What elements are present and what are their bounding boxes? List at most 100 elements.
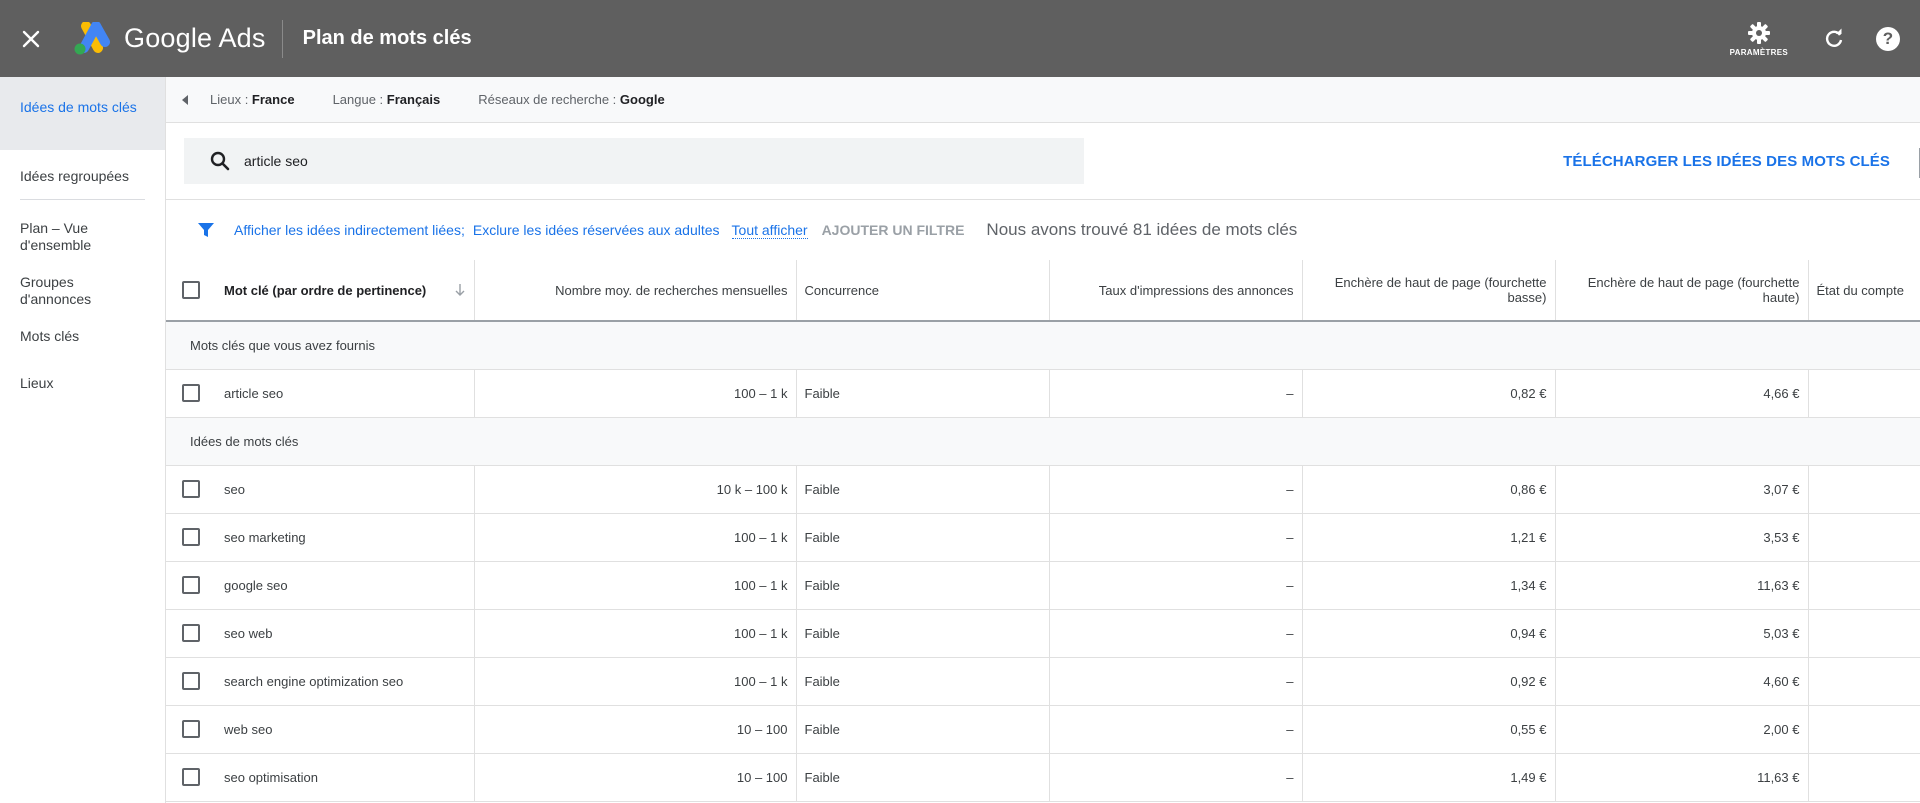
close-icon[interactable] [20, 28, 42, 50]
volume-cell: 10 – 100 [474, 705, 797, 754]
help-icon[interactable]: ? [1876, 26, 1900, 51]
filter-indirect[interactable]: Afficher les idées indirectement liées; [234, 222, 465, 238]
group-row-provided: Mots clés que vous avez fournis [166, 321, 1920, 370]
competition-cell: Faible [796, 465, 1050, 514]
row-checkbox[interactable] [182, 720, 200, 738]
sort-arrow-down-icon[interactable] [454, 283, 466, 297]
filter-icon[interactable] [198, 222, 214, 238]
sidebar-item-locations[interactable]: Lieux [0, 375, 165, 392]
google-ads-logo-icon [72, 20, 110, 56]
table-header: Mot clé (par ordre de pertinence) Nombre… [166, 260, 1920, 322]
download-ideas-link[interactable]: TÉLÉCHARGER LES IDÉES DES MOTS CLÉS [1563, 153, 1890, 170]
sidebar-divider [20, 199, 145, 200]
keyword-cell: seo web [224, 625, 273, 641]
table-row[interactable]: google seo 100 – 1 k Faible – 1,34 € 11,… [166, 561, 1920, 610]
column-volume[interactable]: Nombre moy. de recherches mensuelles [474, 260, 797, 322]
search-box[interactable] [184, 138, 1084, 184]
competition-cell: Faible [796, 561, 1050, 610]
show-all-link[interactable]: Tout afficher [731, 222, 808, 239]
sidebar-item-plan-overview[interactable]: Plan – Vue d'ensemble [0, 220, 120, 254]
row-checkbox[interactable] [182, 384, 200, 402]
column-bid-low[interactable]: Enchère de haut de page (fourchette bass… [1302, 260, 1556, 322]
row-checkbox[interactable] [182, 528, 200, 546]
volume-cell: 100 – 1 k [474, 513, 797, 562]
competition-cell: Faible [796, 705, 1050, 754]
location-setting[interactable]: Lieux : France [210, 92, 295, 107]
row-checkbox[interactable] [182, 480, 200, 498]
bid-low-cell: 0,82 € [1302, 369, 1556, 418]
table-row[interactable]: article seo 100 – 1 k Faible – 0,82 € 4,… [166, 369, 1920, 418]
bid-high-cell: 3,07 € [1555, 465, 1809, 514]
group-row-ideas: Idées de mots clés [166, 417, 1920, 466]
bid-low-cell: 0,94 € [1302, 609, 1556, 658]
group-label: Mots clés que vous avez fournis [166, 321, 1920, 370]
table-row[interactable]: seo optimisation 10 – 100 Faible – 1,49 … [166, 753, 1920, 802]
status-cell [1808, 657, 1920, 706]
keyword-cell: seo optimisation [224, 769, 318, 785]
keyword-cell: web seo [224, 721, 273, 737]
status-cell [1808, 513, 1920, 562]
network-setting[interactable]: Réseaux de recherche : Google [478, 92, 664, 107]
bid-low-cell: 0,86 € [1302, 465, 1556, 514]
sidebar-item-ad-groups[interactable]: Groupes d'annonces [0, 274, 110, 308]
bid-high-cell: 11,63 € [1555, 561, 1809, 610]
status-cell [1808, 705, 1920, 754]
volume-cell: 100 – 1 k [474, 609, 797, 658]
table-row[interactable]: seo web 100 – 1 k Faible – 0,94 € 5,03 € [166, 609, 1920, 658]
row-checkbox[interactable] [182, 576, 200, 594]
impressions-cell: – [1049, 657, 1303, 706]
competition-cell: Faible [796, 369, 1050, 418]
bid-high-cell: 5,03 € [1555, 609, 1809, 658]
bid-high-cell: 2,00 € [1555, 705, 1809, 754]
bid-high-cell: 4,66 € [1555, 369, 1809, 418]
top-bar: Google Ads Plan de mots clés PARAMÈTRES [0, 0, 1920, 77]
keyword-cell: google seo [224, 577, 288, 593]
competition-cell: Faible [796, 657, 1050, 706]
bid-low-cell: 0,55 € [1302, 705, 1556, 754]
settings-button[interactable]: PARAMÈTRES [1730, 21, 1788, 57]
bid-low-cell: 1,34 € [1302, 561, 1556, 610]
status-cell [1808, 753, 1920, 802]
impressions-cell: – [1049, 369, 1303, 418]
row-checkbox[interactable] [182, 672, 200, 690]
sidebar-item-keywords[interactable]: Mots clés [0, 328, 165, 345]
keyword-table: Mot clé (par ordre de pertinence) Nombre… [166, 260, 1920, 802]
bid-low-cell: 0,92 € [1302, 657, 1556, 706]
column-impression-share[interactable]: Taux d'impressions des annonces [1049, 260, 1303, 322]
filter-row: Afficher les idées indirectement liées; … [166, 200, 1920, 260]
column-keyword[interactable]: Mot clé (par ordre de pertinence) [166, 260, 475, 322]
settings-label: PARAMÈTRES [1729, 47, 1788, 57]
column-keyword-label: Mot clé (par ordre de pertinence) [224, 282, 427, 298]
bid-high-cell: 3,53 € [1555, 513, 1809, 562]
table-row[interactable]: search engine optimization seo 100 – 1 k… [166, 657, 1920, 706]
filter-adult[interactable]: Exclure les idées réservées aux adultes [473, 222, 720, 238]
status-cell [1808, 369, 1920, 418]
table-row[interactable]: seo 10 k – 100 k Faible – 0,86 € 3,07 € [166, 465, 1920, 514]
impressions-cell: – [1049, 753, 1303, 802]
refresh-icon[interactable] [1822, 27, 1846, 51]
table-row[interactable]: web seo 10 – 100 Faible – 0,55 € 2,00 € [166, 705, 1920, 754]
competition-cell: Faible [796, 609, 1050, 658]
add-filter-button[interactable]: AJOUTER UN FILTRE [822, 222, 965, 238]
collapse-icon[interactable] [178, 93, 192, 107]
brand-name: Google Ads [124, 23, 266, 53]
search-input[interactable] [244, 153, 1004, 169]
search-icon [210, 151, 230, 171]
language-setting[interactable]: Langue : Français [333, 92, 441, 107]
bid-low-cell: 1,49 € [1302, 753, 1556, 802]
column-bid-high[interactable]: Enchère de haut de page (fourchette haut… [1555, 260, 1809, 322]
status-cell [1808, 465, 1920, 514]
sidebar-item-keyword-ideas[interactable]: Idées de mots clés [0, 77, 165, 150]
bid-high-cell: 4,60 € [1555, 657, 1809, 706]
impressions-cell: – [1049, 609, 1303, 658]
table-row[interactable]: seo marketing 100 – 1 k Faible – 1,21 € … [166, 513, 1920, 562]
row-checkbox[interactable] [182, 624, 200, 642]
select-all-checkbox[interactable] [182, 281, 200, 299]
row-checkbox[interactable] [182, 768, 200, 786]
bid-high-cell: 11,63 € [1555, 753, 1809, 802]
page-title: Plan de mots clés [302, 27, 472, 49]
column-competition[interactable]: Concurrence [796, 260, 1050, 322]
sidebar-item-grouped-ideas[interactable]: Idées regroupées [0, 168, 165, 185]
column-account-status[interactable]: État du compte [1808, 260, 1920, 322]
group-label: Idées de mots clés [166, 417, 1920, 466]
